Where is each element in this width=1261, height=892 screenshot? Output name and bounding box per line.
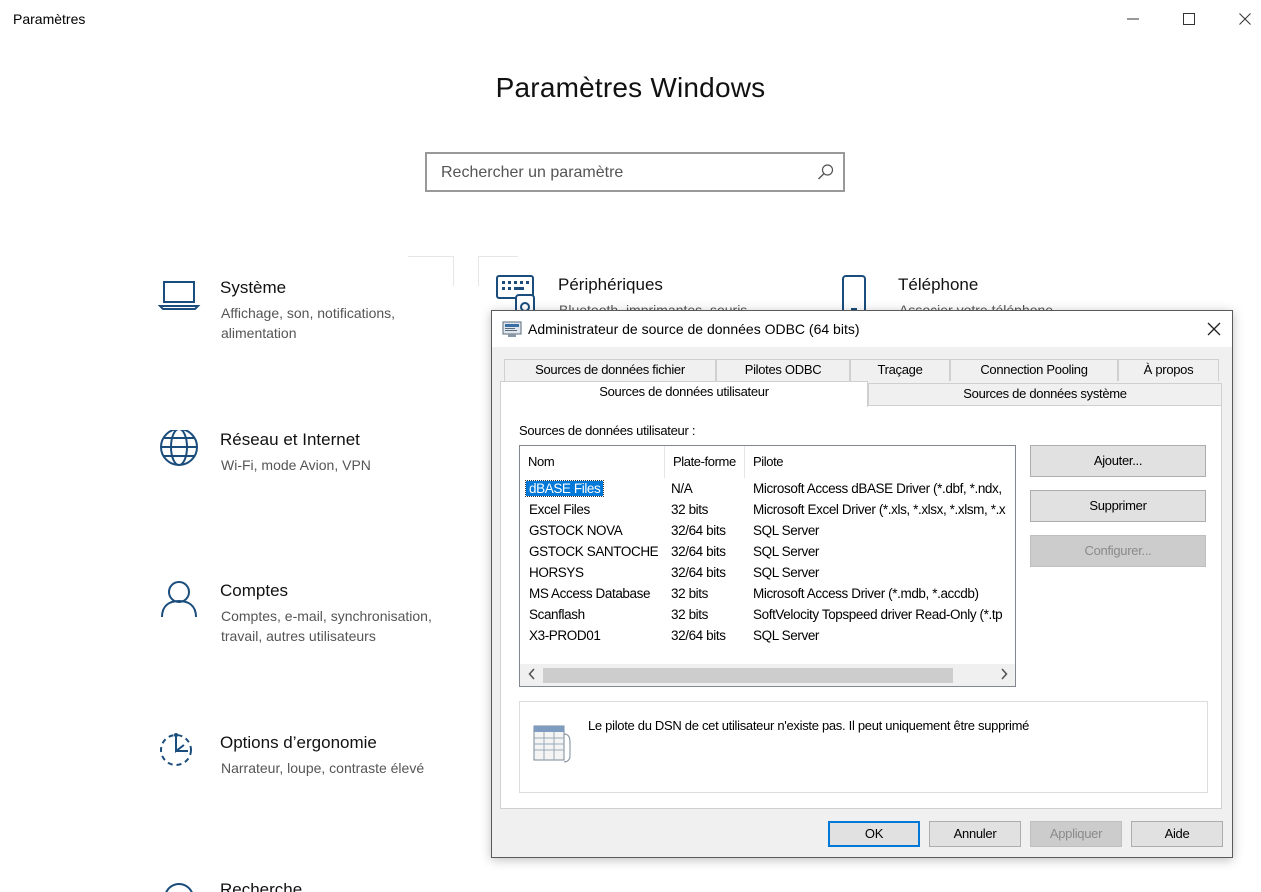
search-category-icon <box>158 880 202 892</box>
row-name: Scanflash <box>529 607 585 622</box>
row-platform: N/A <box>671 481 693 496</box>
scroll-right-icon[interactable] <box>1000 668 1008 683</box>
cancel-button[interactable]: Annuler <box>929 821 1021 847</box>
tab-tracing[interactable]: Traçage <box>850 359 950 381</box>
row-driver: SoftVelocity Topspeed driver Read-Only (… <box>753 607 1003 622</box>
remove-button[interactable]: Supprimer <box>1030 490 1206 522</box>
odbc-app-icon <box>502 320 522 343</box>
category-title: Système <box>220 278 287 297</box>
ok-button[interactable]: OK <box>828 821 920 847</box>
column-header-platform[interactable]: Plate-forme <box>665 446 745 478</box>
row-driver: Microsoft Access Driver (*.mdb, *.accdb) <box>753 586 979 601</box>
row-name: HORSYS <box>529 565 584 580</box>
laptop-icon <box>157 278 202 322</box>
row-name: Excel Files <box>529 502 590 517</box>
minimize-button[interactable] <box>1105 0 1161 38</box>
table-row[interactable]: GSTOCK SANTOCHE 32/64 bits SQL Server <box>520 542 1015 563</box>
table-row[interactable]: MS Access Database 32 bits Microsoft Acc… <box>520 584 1015 605</box>
maximize-button[interactable] <box>1161 0 1217 38</box>
category-desc: Affichage, son, notifications, alimentat… <box>221 305 396 341</box>
category-desc: Comptes, e-mail, synchronisation, travai… <box>221 608 432 644</box>
info-text: Le pilote du DSN de cet utilisateur n'ex… <box>588 718 1030 733</box>
row-platform: 32/64 bits <box>671 565 726 580</box>
tile-divider <box>408 256 453 257</box>
person-icon <box>158 581 202 625</box>
odbc-dialog: Administrateur de source de données ODBC… <box>491 310 1233 858</box>
row-name: MS Access Database <box>529 586 651 601</box>
row-name: dBASE Files <box>524 480 605 497</box>
configure-button[interactable]: Configurer... <box>1030 535 1206 567</box>
search-icon <box>817 163 835 186</box>
category-title: Recherche <box>220 880 303 892</box>
window-title: Paramètres <box>13 11 86 27</box>
tab-system-dsn[interactable]: Sources de données système <box>868 383 1222 405</box>
row-driver: SQL Server <box>753 565 820 580</box>
tab-file-dsn[interactable]: Sources de données fichier <box>504 359 716 381</box>
scrollbar-thumb[interactable] <box>543 668 953 683</box>
table-row[interactable]: X3-PROD01 32/64 bits SQL Server <box>520 626 1015 647</box>
category-title: Périphériques <box>558 275 663 294</box>
add-button[interactable]: Ajouter... <box>1030 445 1206 477</box>
table-row[interactable]: GSTOCK NOVA 32/64 bits SQL Server <box>520 521 1015 542</box>
column-header-name[interactable]: Nom <box>520 446 665 478</box>
apply-button[interactable]: Appliquer <box>1030 821 1122 847</box>
table-row[interactable]: Scanflash 32 bits SoftVelocity Topspeed … <box>520 605 1015 626</box>
category-title: Options d’ergonomie <box>220 733 377 752</box>
column-header-driver[interactable]: Pilote <box>745 446 1015 478</box>
close-icon <box>1207 322 1221 336</box>
search-placeholder: Rechercher un paramètre <box>441 164 624 181</box>
list-label: Sources de données utilisateur : <box>519 423 696 438</box>
table-row[interactable]: dBASE Files N/A Microsoft Access dBASE D… <box>520 479 1015 500</box>
tile-divider <box>453 256 454 286</box>
minimize-icon <box>1127 18 1139 20</box>
category-desc: Wi-Fi, mode Avion, VPN <box>221 457 371 473</box>
page-title: Paramètres Windows <box>495 72 766 103</box>
category-title: Réseau et Internet <box>220 430 360 449</box>
tab-user-dsn[interactable]: Sources de données utilisateur <box>500 381 868 407</box>
row-driver: Microsoft Excel Driver (*.xls, *.xlsx, *… <box>753 502 1006 517</box>
ease-of-access-icon <box>158 733 202 777</box>
row-platform: 32 bits <box>671 607 708 622</box>
category-title: Téléphone <box>898 275 979 294</box>
table-row[interactable]: Excel Files 32 bits Microsoft Excel Driv… <box>520 500 1015 521</box>
dialog-close-button[interactable] <box>1204 319 1224 339</box>
help-button[interactable]: Aide <box>1131 821 1223 847</box>
category-desc: Narrateur, loupe, contraste élevé <box>221 760 425 776</box>
row-driver: SQL Server <box>753 523 820 538</box>
row-driver: Microsoft Access dBASE Driver (*.dbf, *.… <box>753 481 1002 496</box>
scroll-left-icon[interactable] <box>528 668 536 683</box>
row-platform: 32/64 bits <box>671 628 726 643</box>
row-platform: 32/64 bits <box>671 544 726 559</box>
tile-divider <box>478 256 479 286</box>
row-platform: 32 bits <box>671 502 708 517</box>
tab-about[interactable]: À propos <box>1118 359 1219 381</box>
horizontal-scrollbar[interactable] <box>520 664 1015 686</box>
row-driver: SQL Server <box>753 544 820 559</box>
search-input[interactable]: Rechercher un paramètre <box>425 152 845 192</box>
tile-divider <box>478 256 518 257</box>
dsn-list[interactable]: Nom Plate-forme Pilote dBASE Files N/A M… <box>519 445 1016 687</box>
data-source-icon <box>530 722 572 769</box>
tab-odbc-drivers[interactable]: Pilotes ODBC <box>716 359 850 381</box>
maximize-icon <box>1183 13 1195 25</box>
row-name: GSTOCK SANTOCHE <box>529 544 659 559</box>
globe-icon <box>158 428 202 474</box>
table-row[interactable]: HORSYS 32/64 bits SQL Server <box>520 563 1015 584</box>
info-box: Le pilote du DSN de cet utilisateur n'ex… <box>519 701 1208 793</box>
row-name: X3-PROD01 <box>529 628 601 643</box>
tab-connection-pooling[interactable]: Connection Pooling <box>950 359 1118 381</box>
row-platform: 32 bits <box>671 586 708 601</box>
category-title: Comptes <box>220 581 289 600</box>
row-name: GSTOCK NOVA <box>529 523 623 538</box>
dialog-title: Administrateur de source de données ODBC… <box>528 321 860 337</box>
settings-titlebar: Paramètres <box>0 0 1261 40</box>
row-driver: SQL Server <box>753 628 820 643</box>
row-platform: 32/64 bits <box>671 523 726 538</box>
close-button[interactable] <box>1217 0 1261 38</box>
dialog-titlebar: Administrateur de source de données ODBC… <box>492 311 1232 347</box>
close-icon <box>1239 13 1251 25</box>
